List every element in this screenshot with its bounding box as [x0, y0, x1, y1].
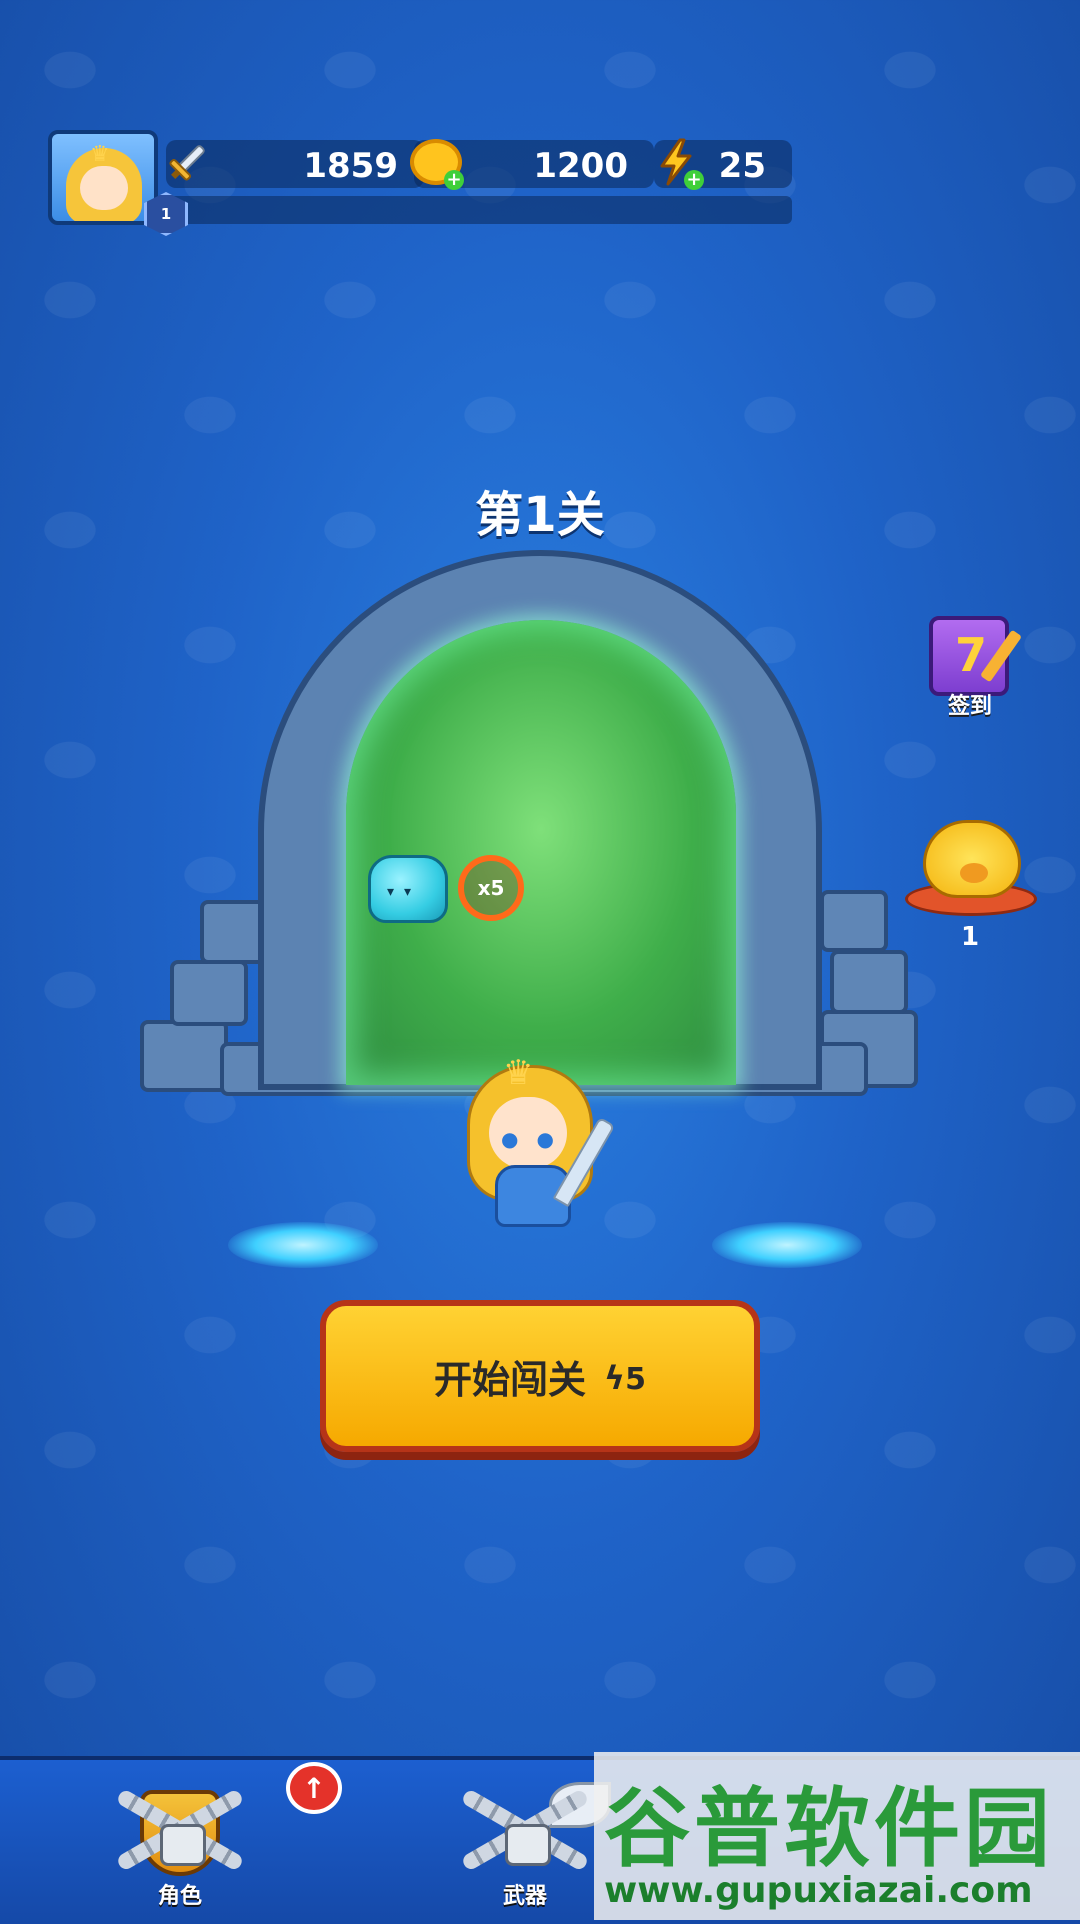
piggy-bank-count: 1: [960, 922, 980, 952]
avatar-face: [80, 166, 128, 210]
nav-character-label: 角色: [157, 1884, 202, 1909]
stage-title: 第1关: [475, 487, 605, 543]
sword-icon: [160, 134, 216, 190]
slime-enemy-icon: ▾▾: [368, 855, 448, 923]
start-button-label: 开始闯关: [434, 1357, 587, 1402]
piggy-bank-button[interactable]: 1: [905, 810, 1037, 952]
hero-character: ●● ♛: [455, 1045, 630, 1235]
energy-value: 25: [718, 146, 766, 186]
stage-portal[interactable]: [346, 620, 736, 1085]
coin-icon: +: [408, 134, 464, 190]
start-stage-button[interactable]: 开始闯关 ϟ5: [320, 1300, 760, 1452]
watermark-text: 谷普软件园: [604, 1779, 1054, 1879]
power-stat: 1859: [166, 140, 424, 188]
energy-cost: ϟ5: [604, 1359, 646, 1397]
signin-label: 签到: [947, 694, 992, 719]
enemy-count-badge: x5: [458, 855, 524, 921]
upgrade-arrow-icon: ↑: [286, 1762, 342, 1814]
coins-value: 1200: [533, 146, 628, 186]
player-avatar[interactable]: ♛: [48, 130, 158, 225]
power-value: 1859: [303, 146, 398, 186]
watermark-overlay: 谷普软件园 www.gupuxiazai.com: [594, 1752, 1080, 1920]
hero-crown-icon: ♛: [503, 1053, 534, 1093]
daily-signin-button[interactable]: 7 签到: [915, 610, 1025, 720]
lock-icon: [505, 1824, 551, 1866]
coin-stat[interactable]: + 1200: [410, 139, 654, 190]
add-coins-icon[interactable]: +: [444, 170, 464, 190]
nav-weapon[interactable]: 武器: [445, 1772, 611, 1912]
nav-weapon-label: 武器: [502, 1884, 547, 1909]
nav-character[interactable]: 角色: [100, 1772, 260, 1912]
left-glow-pad: [228, 1222, 378, 1268]
lock-icon: [160, 1824, 206, 1866]
top-status-bar: ♛ 1 1859 + 1200 + 25: [48, 130, 792, 236]
watermark-url: www.gupuxiazai.com: [604, 1870, 1033, 1911]
lightning-icon: +: [648, 134, 704, 190]
lightning-icon: ϟ: [604, 1359, 626, 1397]
add-energy-icon[interactable]: +: [684, 170, 704, 190]
experience-bar: [168, 196, 792, 224]
piggy-bank-icon: [923, 820, 1021, 898]
right-glow-pad: [712, 1222, 862, 1268]
crown-icon: ♛: [90, 142, 110, 167]
energy-stat[interactable]: + 25: [654, 138, 792, 190]
